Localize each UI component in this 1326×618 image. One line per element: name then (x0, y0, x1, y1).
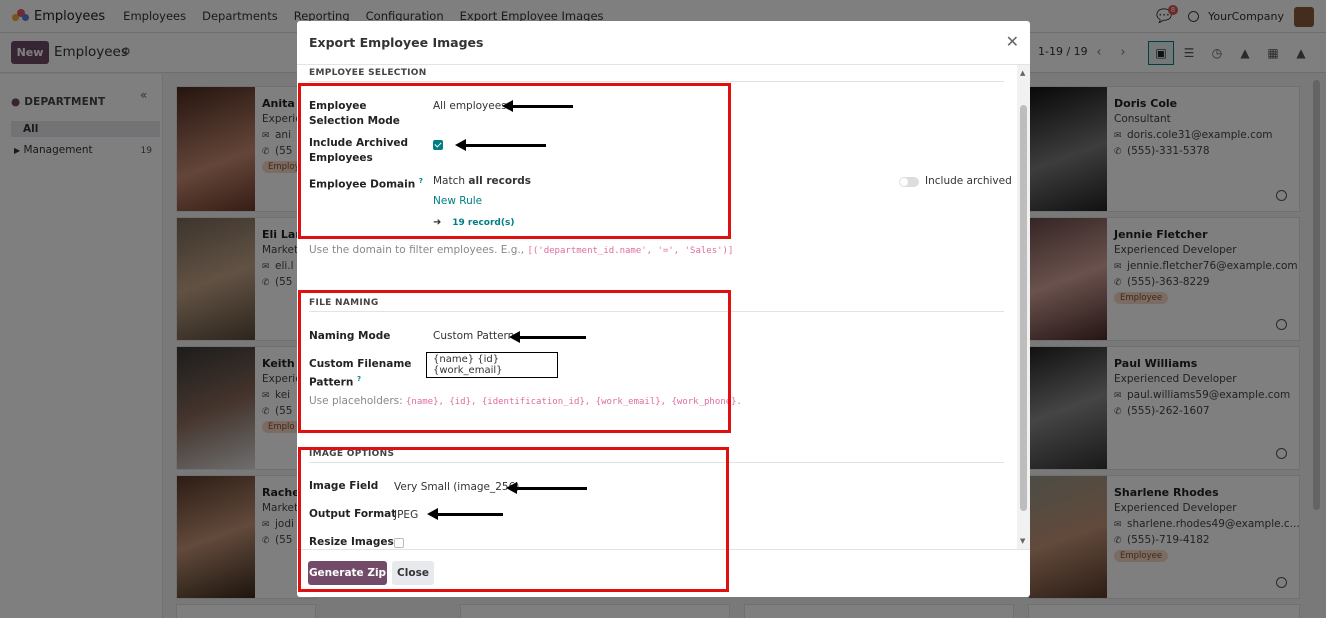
section-divider (309, 81, 1004, 82)
annotation-arrow (509, 331, 586, 342)
include-archived-toggle-label: Include archived (925, 175, 1012, 187)
annotation-box-image (298, 447, 729, 592)
dialog-title: Export Employee Images (309, 35, 484, 50)
dialog-scrollbar[interactable]: ▲ ▼ (1017, 65, 1030, 549)
close-icon[interactable]: ✕ (1006, 32, 1019, 51)
annotation-arrow (506, 482, 587, 493)
domain-help-prefix: Use the domain to filter employees. E.g.… (309, 244, 525, 256)
domain-help-text: Use the domain to filter employees. E.g.… (309, 244, 733, 256)
domain-help-code: [('department_id.name', '=', 'Sales')] (527, 246, 734, 256)
annotation-box-naming (298, 290, 731, 433)
section-employee-selection: EMPLOYEE SELECTION (309, 68, 427, 78)
scroll-up-icon[interactable]: ▲ (1020, 69, 1025, 77)
annotation-arrow (455, 139, 546, 150)
include-archived-toggle[interactable] (899, 177, 919, 187)
dialog-header: Export Employee Images ✕ (297, 21, 1030, 65)
scroll-thumb[interactable] (1020, 105, 1027, 511)
annotation-arrow (427, 508, 503, 519)
scroll-down-icon[interactable]: ▼ (1020, 537, 1025, 545)
annotation-arrow (502, 100, 573, 111)
